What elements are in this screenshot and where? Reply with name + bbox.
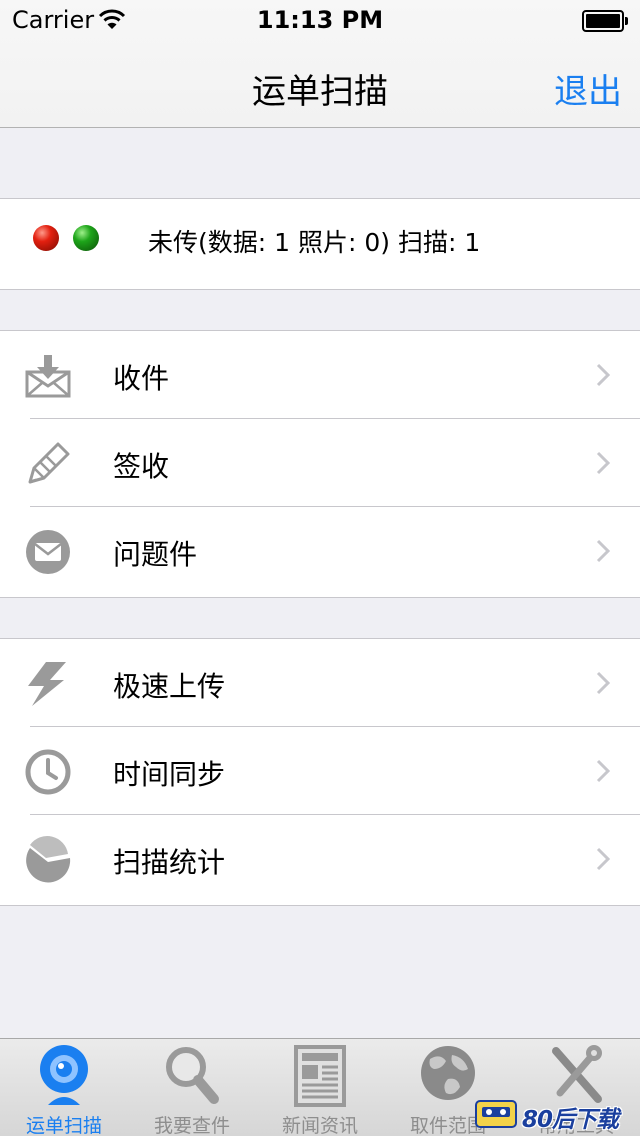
menu-item-label: 极速上传 [113, 670, 226, 703]
pie-chart-icon [26, 836, 71, 883]
status-bar: Carrier 11:13 PM [0, 0, 640, 40]
menu-item-sign[interactable]: 签收 [0, 419, 640, 507]
menu-item-label: 扫描统计 [113, 846, 226, 879]
globe-icon [421, 1046, 475, 1100]
menu-item-receive[interactable]: 收件 [0, 331, 640, 419]
webcam-icon [40, 1045, 88, 1105]
tab-query[interactable]: 我要查件 [128, 1039, 256, 1136]
lightning-icon [28, 662, 66, 706]
menu-item-label: 签收 [113, 450, 170, 483]
watermark-text: 80后下载 [522, 1107, 619, 1133]
menu-group-tools: 极速上传 时间同步 扫描统计 [0, 638, 640, 906]
page-title: 运单扫描 [252, 72, 388, 112]
menu-group-scan: 收件 签收 问题件 [0, 330, 640, 598]
menu-item-problem[interactable]: 问题件 [0, 507, 640, 595]
chevron-right-icon [596, 451, 610, 475]
tab-waybill-scan[interactable]: 运单扫描 [0, 1039, 128, 1136]
clock-icon [25, 749, 71, 795]
red-status-light-icon [33, 225, 59, 251]
menu-item-label: 时间同步 [113, 758, 226, 791]
upload-status-text: 未传(数据: 1 照片: 0) 扫描: 1 [148, 228, 481, 257]
cassette-logo-icon [475, 1100, 517, 1128]
site-watermark: 80后下载 [474, 1098, 634, 1133]
menu-item-label: 收件 [113, 362, 170, 395]
tab-label: 新闻资讯 [281, 1115, 358, 1136]
menu-item-scan-stats[interactable]: 扫描统计 [0, 815, 640, 903]
tab-label: 运单扫描 [25, 1115, 102, 1136]
tab-label: 我要查件 [153, 1115, 230, 1136]
navigation-bar: Carrier 11:13 PM 运单扫描 退出 [0, 0, 640, 128]
envelope-circle-icon [26, 530, 70, 574]
chevron-right-icon [596, 363, 610, 387]
pen-icon [28, 442, 70, 484]
chevron-right-icon [596, 847, 610, 871]
chevron-right-icon [596, 759, 610, 783]
chevron-right-icon [596, 671, 610, 695]
battery-icon [582, 10, 628, 32]
status-time: 11:13 PM [256, 6, 384, 34]
menu-item-fast-upload[interactable]: 极速上传 [0, 639, 640, 727]
logout-button[interactable]: 退出 [554, 64, 622, 113]
menu-item-time-sync[interactable]: 时间同步 [0, 727, 640, 815]
upload-status-row: 未传(数据: 1 照片: 0) 扫描: 1 [0, 198, 640, 290]
newspaper-icon [294, 1045, 346, 1107]
tab-news[interactable]: 新闻资讯 [256, 1039, 384, 1136]
magnifier-icon [166, 1047, 219, 1104]
inbox-envelope-icon [25, 355, 71, 398]
green-status-light-icon [73, 225, 99, 251]
menu-item-label: 问题件 [113, 538, 198, 571]
chevron-right-icon [596, 539, 610, 563]
